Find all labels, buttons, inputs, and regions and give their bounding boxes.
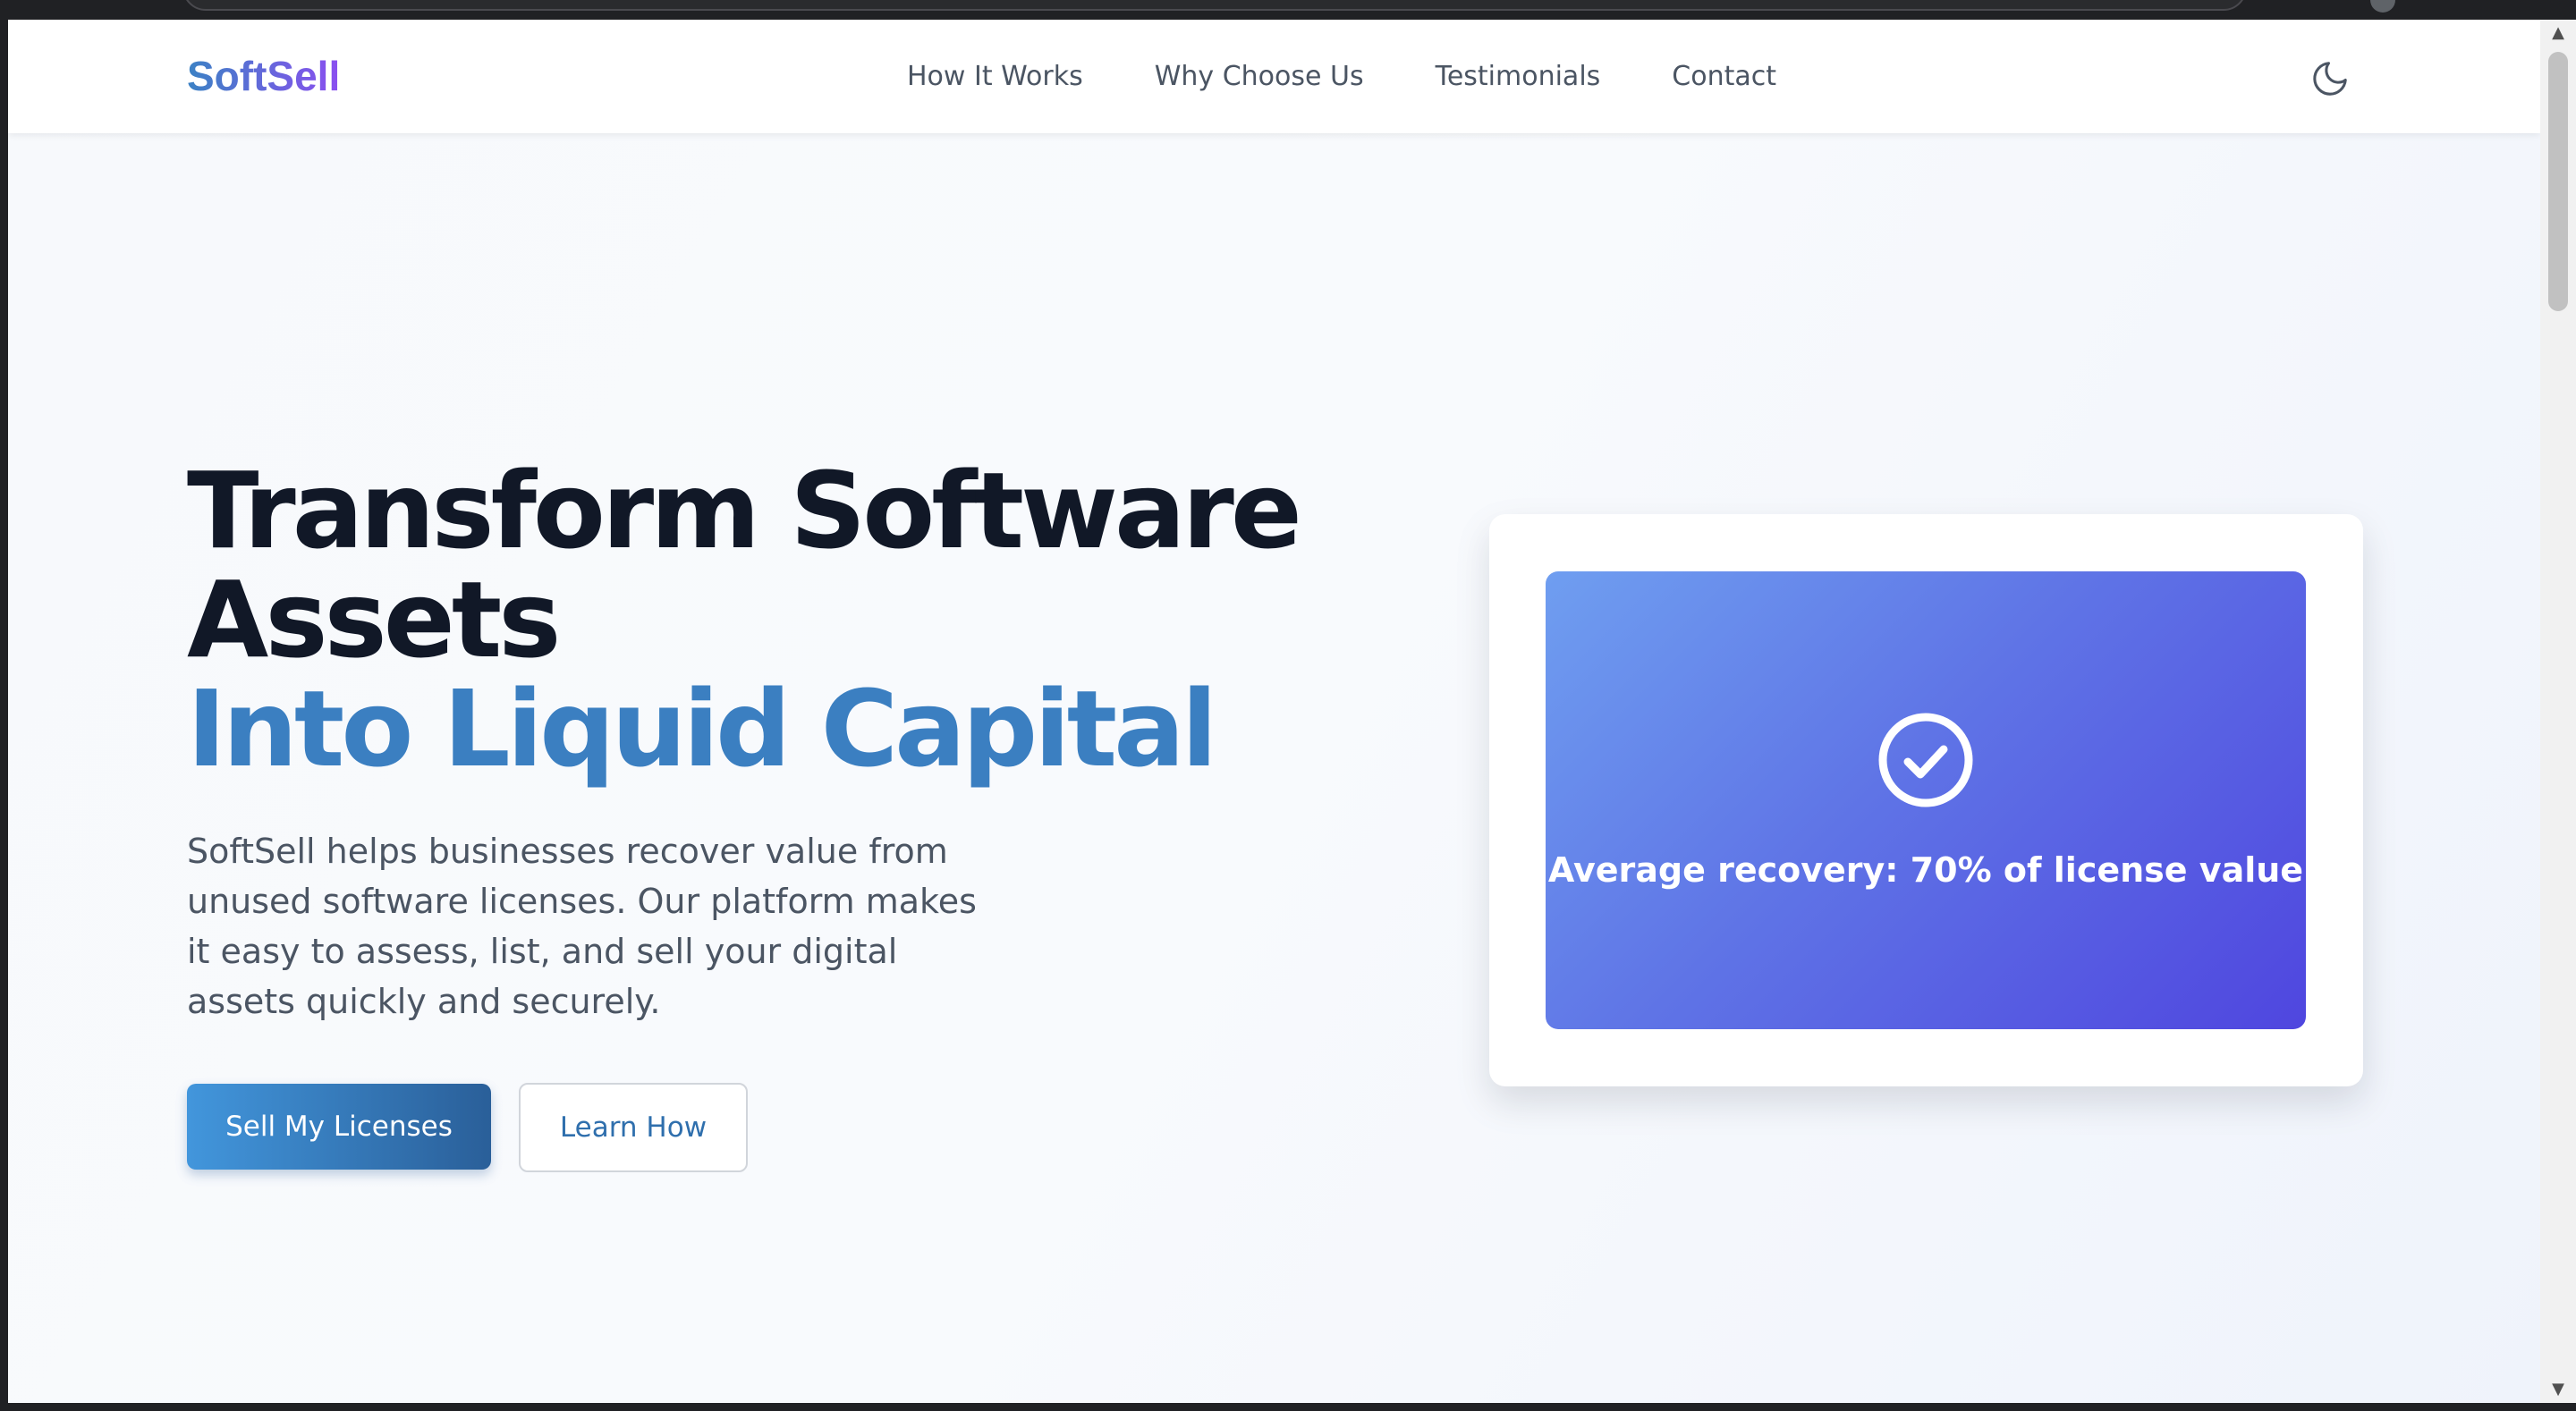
address-bar[interactable]	[182, 0, 2247, 11]
scrollbar-thumb[interactable]	[2548, 52, 2568, 311]
scroll-down-icon[interactable]: ▼	[2540, 1376, 2576, 1403]
check-circle-icon	[1878, 713, 1973, 807]
hero-title-line-2: Assets	[187, 558, 561, 681]
scroll-up-icon[interactable]: ▲	[2540, 20, 2576, 46]
window-border-bottom	[0, 1403, 2576, 1411]
nav-contact[interactable]: Contact	[1672, 61, 1776, 92]
moon-icon	[2313, 62, 2347, 96]
hero-description: SoftSell helps businesses recover value …	[187, 832, 977, 1021]
page-scrollbar[interactable]: ▲ ▼	[2540, 20, 2576, 1403]
nav-how-it-works[interactable]: How It Works	[907, 61, 1083, 92]
stat-card: Average recovery: 70% of license value	[1489, 514, 2363, 1086]
theme-toggle-button[interactable]	[2305, 54, 2355, 104]
hero-title-accent: Into Liquid Capital	[187, 667, 1217, 790]
hero-title-line-1: Transform Software	[187, 449, 1302, 572]
site-header: SoftSell How It Works Why Choose Us Test…	[8, 20, 2540, 133]
nav-testimonials[interactable]: Testimonials	[1436, 61, 1601, 92]
main-nav: How It Works Why Choose Us Testimonials …	[907, 61, 1776, 92]
average-recovery-text: Average recovery: 70% of license value	[1547, 850, 2304, 890]
nav-why-choose-us[interactable]: Why Choose Us	[1155, 61, 1364, 92]
hero-title: Transform Software Assets Into Liquid Ca…	[187, 456, 1350, 783]
learn-how-button[interactable]: Learn How	[519, 1083, 748, 1172]
profile-icon[interactable]	[2370, 0, 2395, 13]
page-viewport: SoftSell How It Works Why Choose Us Test…	[8, 20, 2540, 1403]
window-border	[0, 20, 8, 1403]
browser-toolbar	[0, 0, 2576, 20]
logo[interactable]: SoftSell	[187, 52, 340, 100]
sell-my-licenses-button[interactable]: Sell My Licenses	[187, 1084, 491, 1170]
stat-panel: Average recovery: 70% of license value	[1546, 571, 2306, 1029]
